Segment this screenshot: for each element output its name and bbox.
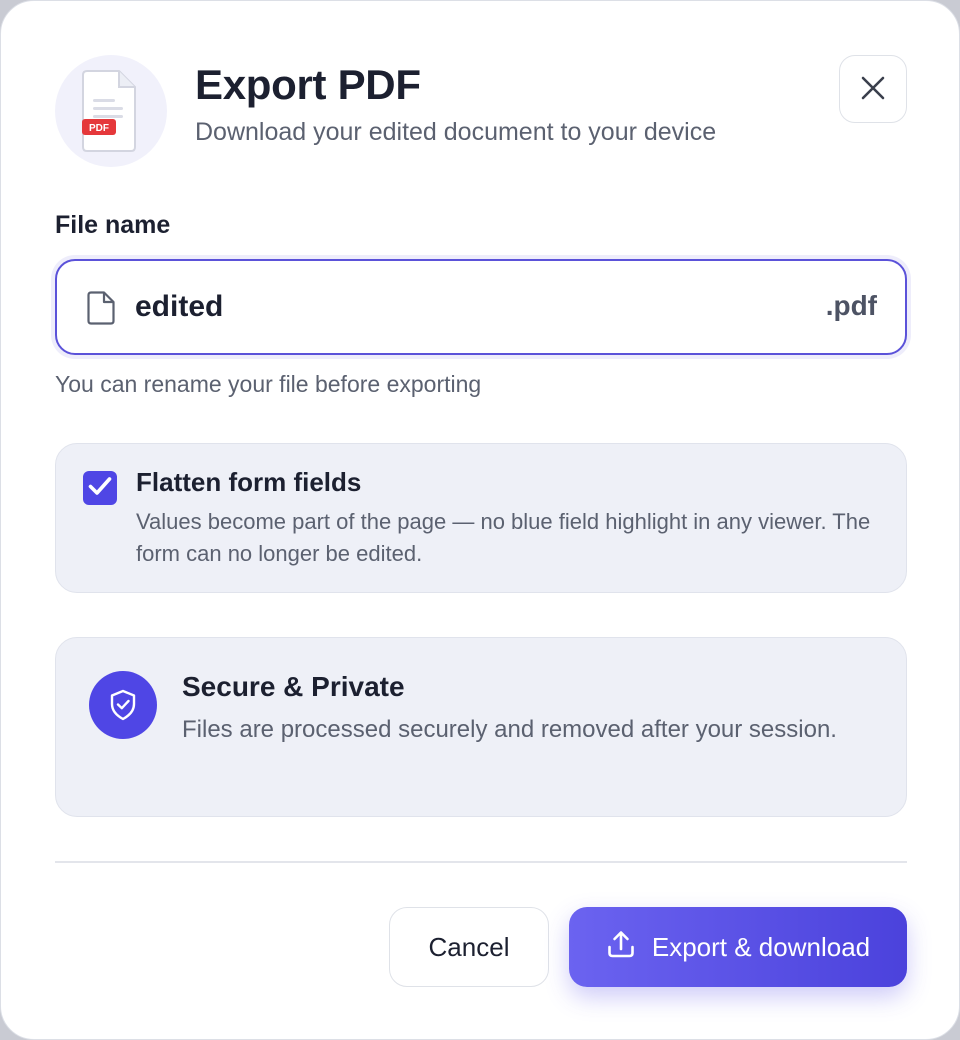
pdf-file-icon: PDF bbox=[55, 55, 167, 167]
export-download-label: Export & download bbox=[651, 931, 871, 962]
flatten-option-card[interactable]: Flatten form fields Values become part o… bbox=[55, 443, 907, 593]
secure-info-card: Secure & Private Files are processed sec… bbox=[55, 637, 907, 817]
secure-title: Secure & Private bbox=[182, 671, 405, 702]
file-name-input[interactable] bbox=[135, 279, 755, 335]
shield-check-icon bbox=[89, 671, 157, 739]
close-icon bbox=[860, 75, 886, 104]
flatten-title: Flatten form fields bbox=[136, 467, 362, 497]
checkmark-icon bbox=[88, 476, 112, 501]
upload-icon bbox=[606, 929, 636, 966]
flatten-checkbox[interactable] bbox=[83, 471, 117, 505]
pdf-badge-text: PDF bbox=[89, 123, 109, 134]
file-extension: .pdf bbox=[825, 290, 877, 321]
file-name-hint: You can rename your file before exportin… bbox=[55, 371, 482, 397]
export-pdf-dialog: PDF Export PDF Download your edited docu… bbox=[0, 0, 960, 1040]
dialog-title: Export PDF bbox=[195, 61, 421, 108]
close-button[interactable] bbox=[839, 55, 907, 123]
dialog-subtitle: Download your edited document to your de… bbox=[195, 118, 717, 146]
document-icon bbox=[87, 291, 115, 330]
cancel-button[interactable]: Cancel bbox=[389, 907, 549, 987]
footer-divider bbox=[55, 861, 907, 863]
export-download-button[interactable]: Export & download bbox=[569, 907, 907, 987]
file-name-label: File name bbox=[55, 211, 171, 239]
file-name-field[interactable]: .pdf bbox=[55, 259, 907, 355]
secure-description: Files are processed securely and removed… bbox=[182, 716, 837, 743]
flatten-description: Values become part of the page — no blue… bbox=[136, 509, 871, 566]
